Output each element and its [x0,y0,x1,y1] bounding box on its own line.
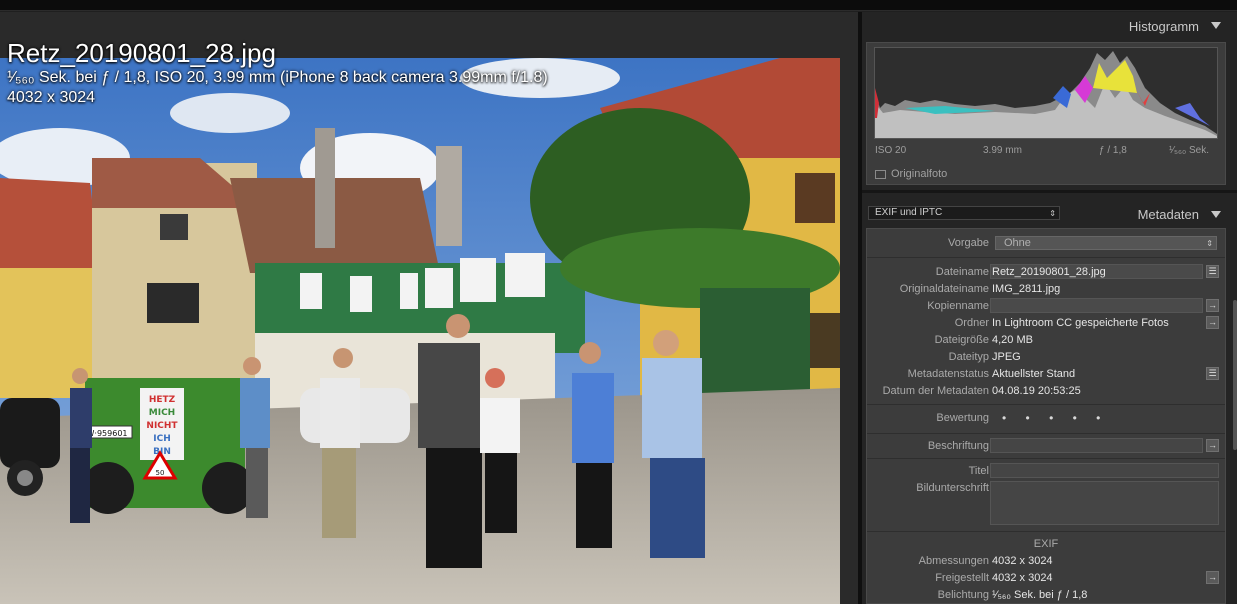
rating-row: Bewertung • • • • • [867,410,1225,427]
field-abmessungen: Abmessungen 4032 x 3024 [867,553,1225,570]
abmessungen-label: Abmessungen [918,555,989,567]
arrow-right-icon[interactable]: → [1206,439,1219,452]
beschriftung-field[interactable] [990,438,1203,453]
hist-focal: 3.99 mm [983,145,1022,156]
field-kopienname: Kopienname → [867,298,1225,315]
info-overlay: Retz_20190801_28.jpg ¹⁄₅₆₀ Sek. bei ƒ / … [7,38,548,108]
separator [862,190,1237,193]
bildunterschrift-label: Bildunterschrift [916,482,989,494]
metadatenstatus-value: Aktuellster Stand [992,368,1076,380]
ordner-value: In Lightroom CC gespeicherte Fotos [992,317,1169,329]
dateigroesse-label: Dateigröße [934,334,989,346]
list-icon[interactable]: ☰ [1206,367,1219,380]
field-dateiname: Dateiname Retz_20190801_28.jpg ☰ [867,264,1225,281]
checkbox-icon[interactable] [875,169,886,179]
field-freigestellt: Freigestellt 4032 x 3024 → [867,570,1225,587]
dateigroesse-value: 4,20 MB [992,334,1033,346]
titel-label: Titel [968,465,989,477]
overlay-exposure: ¹⁄₅₆₀ Sek. bei ƒ / 1,8, ISO 20, 3.99 mm … [7,69,548,86]
histogram-panel: ISO 20 3.99 mm ƒ / 1,8 ¹⁄₅₆₀ Sek. Origin… [866,42,1226,185]
collapse-triangle-icon[interactable] [1211,22,1221,29]
metadata-header[interactable]: EXIF und IPTC ⇕ Metadaten [862,202,1237,226]
ordner-label: Ordner [954,317,989,329]
hist-iso: ISO 20 [875,145,907,156]
field-dateigroesse: Dateigröße 4,20 MB [867,332,1225,349]
freigestellt-label: Freigestellt [935,572,989,584]
beschriftung-label: Beschriftung [927,440,989,452]
belichtung-value: ¹⁄₅₆₀ Sek. bei ƒ / 1,8 [992,589,1088,601]
field-ordner: Ordner In Lightroom CC gespeicherte Foto… [867,315,1225,332]
svg-text:NICHT: NICHT [146,421,178,431]
divider [867,458,1225,459]
image-viewer[interactable]: HETZ MICH NICHT ICH BIN W·959601 50 Retz… [0,12,858,604]
rating-stars[interactable]: • • • • • [1002,411,1108,425]
overlay-dimensions: 4032 x 3024 [7,89,96,106]
originaldateiname-value: IMG_2811.jpg [992,283,1061,295]
metadata-title: Metadaten [1137,207,1199,222]
kopienname-label: Kopienname [927,300,989,312]
field-originaldateiname: Originaldateiname IMG_2811.jpg [867,281,1225,298]
top-bar [0,0,1237,11]
metadata-view-select[interactable]: EXIF und IPTC ⇕ [868,206,1060,220]
datum-value: 04.08.19 20:53:25 [992,385,1081,397]
histogram-title: Histogramm [1128,19,1199,34]
photo-preview[interactable]: HETZ MICH NICHT ICH BIN W·959601 50 [0,58,840,604]
divider [867,433,1225,434]
metadatenstatus-label: Metadatenstatus [907,368,989,380]
preset-row: Vorgabe Ohne ⇕ [867,233,1225,250]
kopienname-field[interactable] [990,298,1203,313]
arrow-right-icon[interactable]: → [1206,299,1219,312]
select-arrows-icon: ⇕ [1206,239,1213,248]
bildunterschrift-input[interactable] [990,481,1219,525]
label-row: Beschriftung → [867,438,1225,455]
dateityp-value: JPEG [992,351,1021,363]
svg-text:50: 50 [156,469,165,477]
overlay-filename: Retz_20190801_28.jpg [7,38,276,68]
panel-scrollbar[interactable] [1233,300,1237,450]
field-belichtung: Belichtung ¹⁄₅₆₀ Sek. bei ƒ / 1,8 [867,587,1225,604]
divider [867,257,1225,258]
datum-label: Datum der Metadaten [882,385,989,397]
right-panel: Histogramm ISO 20 3.99 mm ƒ / 1,8 ¹⁄₅₆₀ … [862,12,1237,604]
hist-aperture: ƒ / 1,8 [1099,145,1127,156]
select-arrows-icon: ⇕ [1049,209,1056,218]
original-photo-label: Originalfoto [891,168,948,180]
collapse-triangle-icon[interactable] [1211,211,1221,218]
preset-select[interactable]: Ohne ⇕ [995,236,1217,250]
original-photo-toggle[interactable]: Originalfoto [875,168,947,180]
field-dateityp: Dateityp JPEG [867,349,1225,366]
freigestellt-value: 4032 x 3024 [992,572,1053,584]
divider [867,404,1225,405]
originaldateiname-label: Originaldateiname [899,283,989,295]
field-metadatenstatus: Metadatenstatus Aktuellster Stand ☰ [867,366,1225,383]
list-icon[interactable]: ☰ [1206,265,1219,278]
metadata-panel: Vorgabe Ohne ⇕ Dateiname Retz_20190801_2… [866,228,1226,604]
titel-input[interactable] [990,463,1219,478]
hist-shutter: ¹⁄₅₆₀ Sek. [1169,145,1209,156]
dateityp-label: Dateityp [948,351,989,363]
svg-text:MICH: MICH [149,408,175,418]
exif-header: EXIF [1033,538,1059,550]
dateiname-value[interactable]: Retz_20190801_28.jpg [992,266,1106,278]
dateiname-label: Dateiname [935,266,989,278]
divider [867,531,1225,532]
histogram-graph[interactable] [874,47,1218,139]
belichtung-label: Belichtung [937,589,989,601]
arrow-right-icon[interactable]: → [1206,316,1219,329]
arrow-right-icon[interactable]: → [1206,571,1219,584]
histogram-header[interactable]: Histogramm [862,12,1237,40]
field-datum: Datum der Metadaten 04.08.19 20:53:25 [867,383,1225,400]
rating-label: Bewertung [936,412,989,424]
svg-text:HETZ: HETZ [149,395,176,405]
abmessungen-value: 4032 x 3024 [992,555,1053,567]
svg-text:W·959601: W·959601 [87,429,128,438]
preset-label: Vorgabe [948,237,989,249]
svg-text:ICH: ICH [153,434,171,444]
